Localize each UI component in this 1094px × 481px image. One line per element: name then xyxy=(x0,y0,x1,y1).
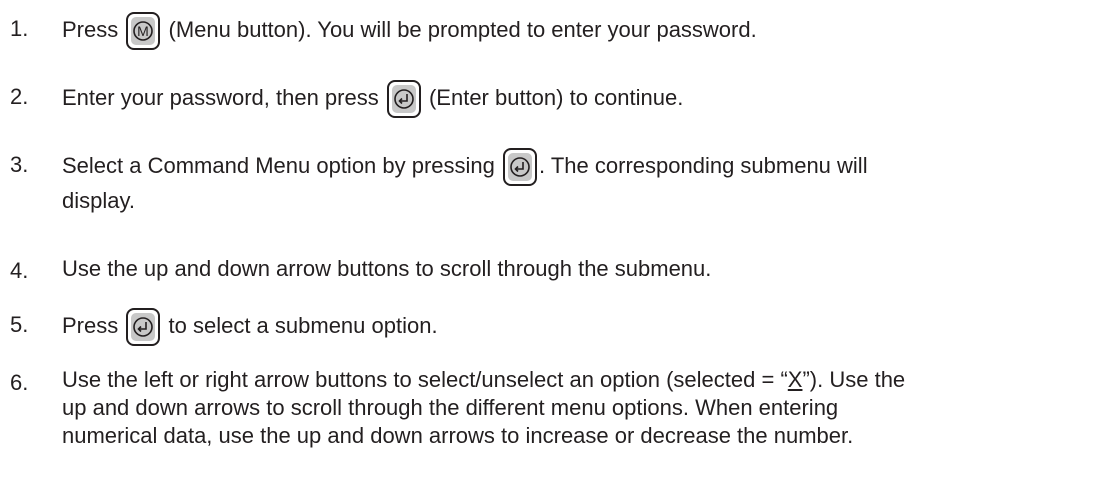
step-text-before: Press xyxy=(62,312,119,338)
step-text-part-b: ”). Use the xyxy=(802,367,906,392)
menu-button-icon: M xyxy=(126,12,161,50)
step-text-line2: up and down arrows to scroll through the… xyxy=(62,395,839,420)
enter-button-icon xyxy=(126,308,161,346)
step-text: Press to select a submenu option. xyxy=(62,308,438,346)
step-text: Use the left or right arrow buttons to s… xyxy=(62,366,905,394)
menu-key-letter: M xyxy=(138,23,150,39)
step-text: Enter your password, then press (Enter b… xyxy=(62,80,683,118)
enter-button-icon xyxy=(386,80,421,118)
step-number: 6. xyxy=(10,370,29,395)
step-number: 2. xyxy=(10,84,29,109)
selected-marker: X xyxy=(787,367,803,392)
step-text: Press M (Menu button). You will be promp… xyxy=(62,12,757,50)
step-number: 4. xyxy=(10,258,29,283)
step-number: 3. xyxy=(10,152,29,177)
step-text-line3: numerical data, use the up and down arro… xyxy=(62,423,854,448)
step-text-before: Select a Command Menu option by pressing xyxy=(62,152,495,178)
step-text-before: Press xyxy=(62,16,119,42)
step-text-before: Enter your password, then press xyxy=(62,84,379,110)
step-text-part-a: Use the left or right arrow buttons to s… xyxy=(62,367,788,392)
step-text-after: to select a submenu option. xyxy=(168,312,438,338)
step-text-line2: display. xyxy=(62,188,135,213)
step-text-after: . The corresponding submenu will xyxy=(539,152,868,178)
step-number: 5. xyxy=(10,312,29,337)
step-text-after: (Menu button). You will be prompted to e… xyxy=(168,16,757,42)
step-number: 1. xyxy=(10,16,29,41)
step-text: Select a Command Menu option by pressing… xyxy=(62,148,868,186)
enter-button-icon xyxy=(503,148,538,186)
step-text-after: (Enter button) to continue. xyxy=(428,84,684,110)
step-text: Use the up and down arrow buttons to scr… xyxy=(62,256,712,281)
